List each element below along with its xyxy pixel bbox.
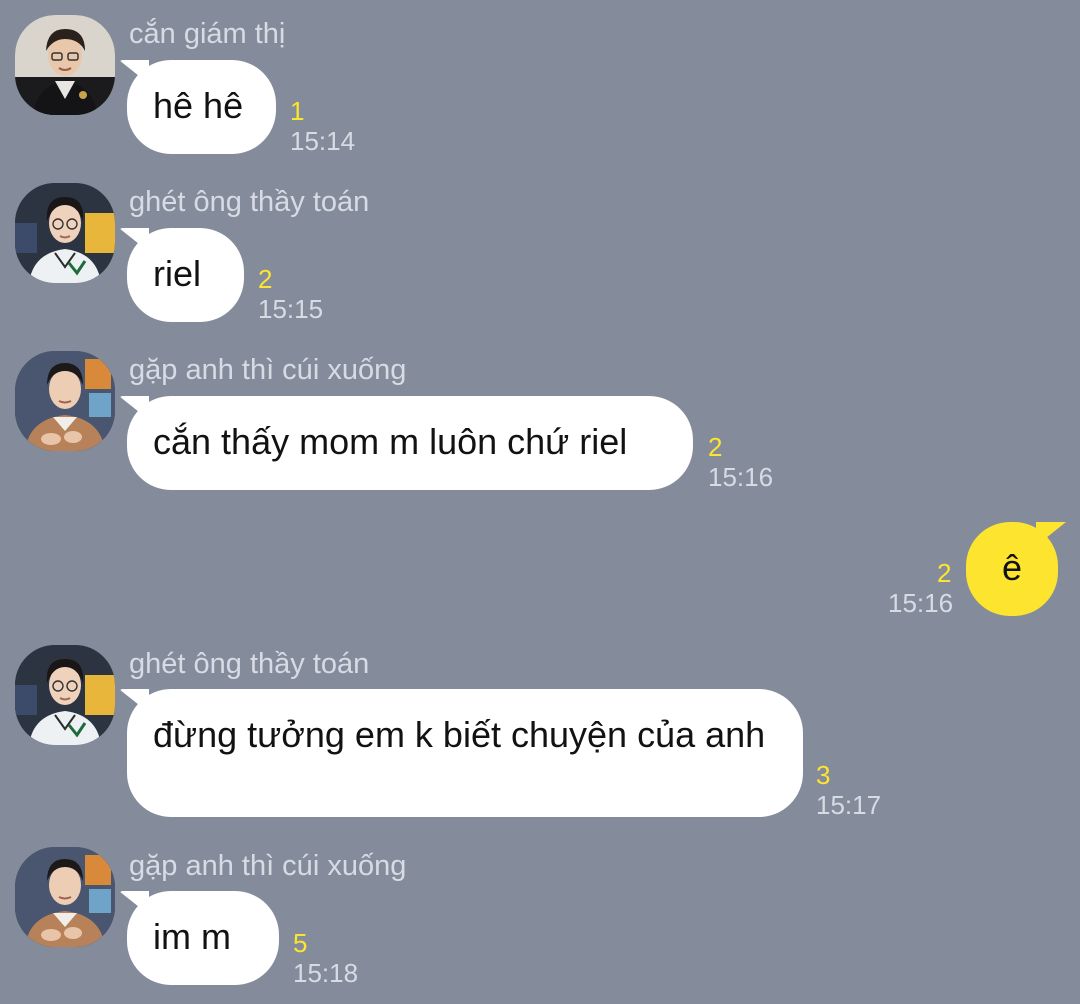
sender-name: cắn giám thị	[129, 18, 286, 50]
message-bubble[interactable]: riel	[127, 228, 244, 322]
message-text: đừng tưởng em k biết chuyện của anh	[153, 714, 766, 755]
message-time: 15:15	[258, 294, 324, 324]
unread-count: 3	[816, 760, 831, 790]
unread-count: 2	[708, 432, 723, 462]
avatar[interactable]	[15, 847, 115, 947]
message-time: 15:16	[708, 462, 774, 492]
message-text: hê hê	[153, 85, 244, 126]
sender-name: ghét ông thầy toán	[129, 648, 370, 680]
message-bubble[interactable]: đừng tưởng em k biết chuyện của anh	[127, 689, 803, 817]
unread-count: 2	[258, 264, 273, 294]
sender-name: gặp anh thì cúi xuống	[129, 850, 407, 882]
avatar[interactable]	[15, 645, 115, 745]
message-time: 15:17	[816, 790, 882, 820]
message-bubble[interactable]: hê hê	[127, 60, 276, 154]
message-text: riel	[153, 253, 202, 294]
message-bubble-outgoing[interactable]: ê	[966, 522, 1058, 616]
message-text: cắn thấy mom m luôn chứ riel	[153, 421, 628, 462]
avatar[interactable]	[15, 183, 115, 283]
message-text: im m	[153, 916, 231, 957]
message-time: 15:14	[290, 126, 356, 156]
message-bubble[interactable]: cắn thấy mom m luôn chứ riel	[127, 396, 693, 490]
unread-count: 5	[293, 928, 308, 958]
sender-name: ghét ông thầy toán	[129, 186, 370, 218]
unread-count: 1	[290, 96, 305, 126]
avatar[interactable]	[15, 15, 115, 115]
avatar[interactable]	[15, 351, 115, 451]
message-time: 15:16	[888, 588, 954, 618]
message-time: 15:18	[293, 958, 359, 988]
chat-message-list[interactable]: cắn giám thị hê hê 1 15:14 ghét ông thầy…	[0, 0, 1080, 1004]
sender-name: gặp anh thì cúi xuống	[129, 354, 407, 386]
message-bubble[interactable]: im m	[127, 891, 279, 985]
unread-count: 2	[937, 558, 952, 588]
message-text: ê	[1001, 547, 1023, 588]
